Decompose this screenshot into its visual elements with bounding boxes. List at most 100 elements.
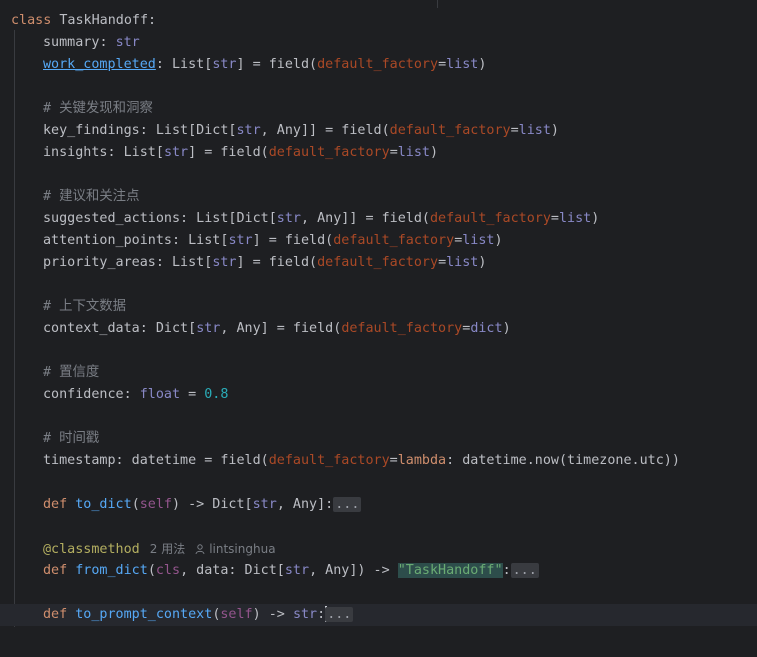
colon: :: [99, 35, 116, 50]
folded-code-button[interactable]: ...: [510, 563, 539, 578]
code-text: (: [147, 563, 156, 578]
equals: =: [438, 57, 447, 72]
type-name: str: [196, 321, 221, 336]
code-text: (: [131, 497, 140, 512]
code-text: , Any]] = field(: [300, 211, 430, 226]
code-text: , Any]] = field(: [260, 123, 390, 138]
code-text: ): [494, 233, 503, 248]
param-name: default_factory: [333, 233, 455, 248]
class-declaration[interactable]: class TaskHandoff:: [11, 10, 156, 32]
code-text: ] = field(: [252, 233, 334, 248]
code-text: , data: Dict[: [180, 563, 285, 578]
equals: =: [510, 123, 519, 138]
equals: =: [389, 453, 398, 468]
code-text: ): [478, 255, 487, 270]
field-priority-areas[interactable]: priority_areas: List[str] = field(defaul…: [0, 252, 486, 274]
string-literal: "TaskHandoff": [397, 563, 503, 578]
field-timestamp[interactable]: timestamp: datetime = field(default_fact…: [0, 450, 680, 472]
method-from-dict[interactable]: def from_dict(cls, data: Dict[str, Any])…: [0, 560, 539, 582]
param-name: default_factory: [268, 145, 390, 160]
comment-text: # 置信度: [43, 365, 100, 380]
type-name: float: [139, 387, 181, 402]
folded-code-button[interactable]: ...: [325, 607, 354, 622]
code-text: ): [591, 211, 600, 226]
class-name: TaskHandoff:: [59, 13, 157, 28]
comment-line[interactable]: # 关键发现和洞察: [0, 98, 153, 120]
field-key-findings[interactable]: key_findings: List[Dict[str, Any]] = fie…: [0, 120, 559, 142]
builtin-value: list: [462, 233, 495, 248]
def-keyword: def: [43, 607, 68, 622]
usages-hint[interactable]: 2 用法: [150, 542, 185, 556]
type-name: str: [292, 607, 318, 622]
field-context-data[interactable]: context_data: Dict[str, Any] = field(def…: [0, 318, 511, 340]
code-text: : datetime.now(timezone.utc)): [446, 453, 680, 468]
param-name: default_factory: [317, 255, 439, 270]
decorator-line[interactable]: @classmethod 2 用法 lintsinghua: [0, 538, 276, 560]
code-text: confidence:: [43, 387, 140, 402]
param-name: default_factory: [317, 57, 439, 72]
builtin-value: list: [518, 123, 551, 138]
code-text: :: [502, 563, 511, 578]
code-text: ] = field(: [188, 145, 269, 160]
code-text: ] = field(: [236, 57, 318, 72]
code-editor[interactable]: class TaskHandoff: summary: str work_com…: [0, 0, 757, 657]
code-text: ) ->: [252, 607, 293, 622]
equals: =: [389, 145, 398, 160]
comment-line[interactable]: # 置信度: [0, 362, 99, 384]
lambda-keyword: lambda: [397, 453, 447, 468]
param-name: default_factory: [341, 321, 463, 336]
cls-keyword: cls: [155, 563, 181, 578]
code-text: , Any]) ->: [309, 563, 398, 578]
field-confidence[interactable]: confidence: float = 0.8: [0, 384, 228, 406]
equals: =: [550, 211, 559, 226]
builtin-value: list: [397, 145, 430, 160]
code-text: insights: List[: [43, 145, 164, 160]
method-to-dict[interactable]: def to_dict(self) -> Dict[str, Any]:...: [0, 494, 362, 516]
type-name: str: [115, 35, 140, 50]
method-to-prompt-context[interactable]: def to_prompt_context(self) -> str:...: [0, 604, 354, 626]
field-insights[interactable]: insights: List[str] = field(default_fact…: [0, 142, 438, 164]
code-text: ): [502, 321, 511, 336]
field-work-completed[interactable]: work_completed: List[str] = field(defaul…: [0, 54, 486, 76]
field-name: summary: [43, 35, 100, 50]
field-attention-points[interactable]: attention_points: List[str] = field(defa…: [0, 230, 503, 252]
builtin-value: dict: [470, 321, 503, 336]
decorator: @classmethod: [43, 542, 140, 557]
code-text: attention_points: List[: [43, 233, 229, 248]
type-name: str: [284, 563, 310, 578]
divider: [437, 0, 438, 8]
comment-line[interactable]: # 时间戳: [0, 428, 99, 450]
code-text: ): [430, 145, 439, 160]
builtin-value: list: [446, 255, 479, 270]
type-name: str: [228, 233, 253, 248]
code-text: , Any] = field(: [220, 321, 342, 336]
field-summary[interactable]: summary: str: [0, 32, 140, 54]
function-name: to_prompt_context: [75, 607, 213, 622]
folded-code-button[interactable]: ...: [333, 497, 362, 512]
self-keyword: self: [220, 607, 253, 622]
code-text: ): [550, 123, 559, 138]
type-name: str: [276, 211, 301, 226]
code-text: timestamp: datetime = field(: [43, 453, 269, 468]
code-text: priority_areas: List[: [43, 255, 213, 270]
code-text: context_data: Dict[: [43, 321, 197, 336]
code-text: suggested_actions: List[Dict[: [43, 211, 277, 226]
comment-line[interactable]: # 建议和关注点: [0, 186, 139, 208]
function-name: to_dict: [75, 497, 132, 512]
self-keyword: self: [139, 497, 172, 512]
type-name: str: [212, 255, 237, 270]
class-keyword: class: [11, 13, 52, 28]
comment-line[interactable]: # 上下文数据: [0, 296, 126, 318]
comment-text: # 建议和关注点: [43, 189, 140, 204]
code-text: , Any]:: [276, 497, 334, 512]
param-name: default_factory: [429, 211, 551, 226]
work-completed-link[interactable]: work_completed: [43, 57, 156, 72]
user-icon: [195, 544, 205, 554]
field-suggested-actions[interactable]: suggested_actions: List[Dict[str, Any]] …: [0, 208, 599, 230]
type-name: str: [236, 123, 261, 138]
code-text: ): [478, 57, 487, 72]
author-hint[interactable]: lintsinghua: [209, 542, 275, 556]
param-name: default_factory: [268, 453, 390, 468]
param-name: default_factory: [389, 123, 511, 138]
code-text: ) -> Dict[: [172, 497, 253, 512]
